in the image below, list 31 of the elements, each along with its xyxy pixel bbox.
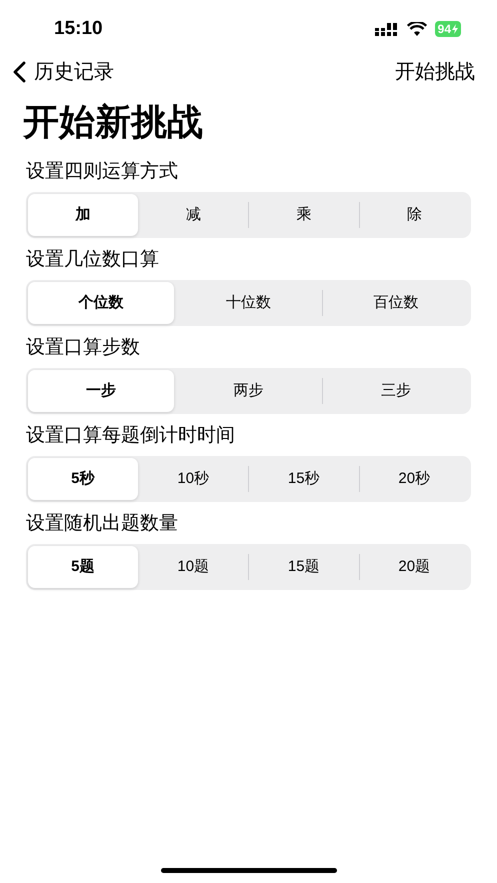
segment-option[interactable]: 20秒 xyxy=(360,458,469,500)
page-title: 开始新挑战 xyxy=(22,100,204,144)
segment-option[interactable]: 20题 xyxy=(360,546,469,588)
section-label: 设置几位数口算 xyxy=(26,248,160,272)
segment-option[interactable]: 5题 xyxy=(28,546,138,588)
segment-option[interactable]: 三步 xyxy=(322,370,469,412)
segment-option[interactable]: 百位数 xyxy=(322,282,469,324)
segment-option[interactable]: 除 xyxy=(360,194,469,236)
segment-option[interactable]: 15题 xyxy=(249,546,358,588)
segment-option[interactable]: 减 xyxy=(138,194,248,236)
chevron-left-icon xyxy=(12,61,26,83)
section-label: 设置口算每题倒计时时间 xyxy=(26,424,236,448)
start-challenge-button[interactable]: 开始挑战 xyxy=(395,57,475,87)
segment-option[interactable]: 10秒 xyxy=(138,458,248,500)
battery-icon: 94 xyxy=(434,21,461,37)
segment-option[interactable]: 十位数 xyxy=(175,282,322,324)
section-label: 设置口算步数 xyxy=(26,336,141,360)
segment-option[interactable]: 个位数 xyxy=(28,282,174,324)
section-label: 设置四则运算方式 xyxy=(26,160,179,184)
segment-option[interactable]: 两步 xyxy=(175,370,322,412)
status-time: 15:10 xyxy=(54,16,103,41)
section-label: 设置随机出题数量 xyxy=(26,512,179,536)
segment-option[interactable]: 15秒 xyxy=(249,458,358,500)
segment-option[interactable]: 5秒 xyxy=(28,458,138,500)
segment-option[interactable]: 一步 xyxy=(28,370,174,412)
segment-option[interactable]: 10题 xyxy=(138,546,248,588)
signal-icon xyxy=(374,22,399,36)
segment-option[interactable]: 乘 xyxy=(249,194,358,236)
wifi-icon xyxy=(406,22,427,36)
segment-option[interactable]: 加 xyxy=(28,194,138,236)
back-button[interactable]: 历史记录 xyxy=(12,57,114,87)
